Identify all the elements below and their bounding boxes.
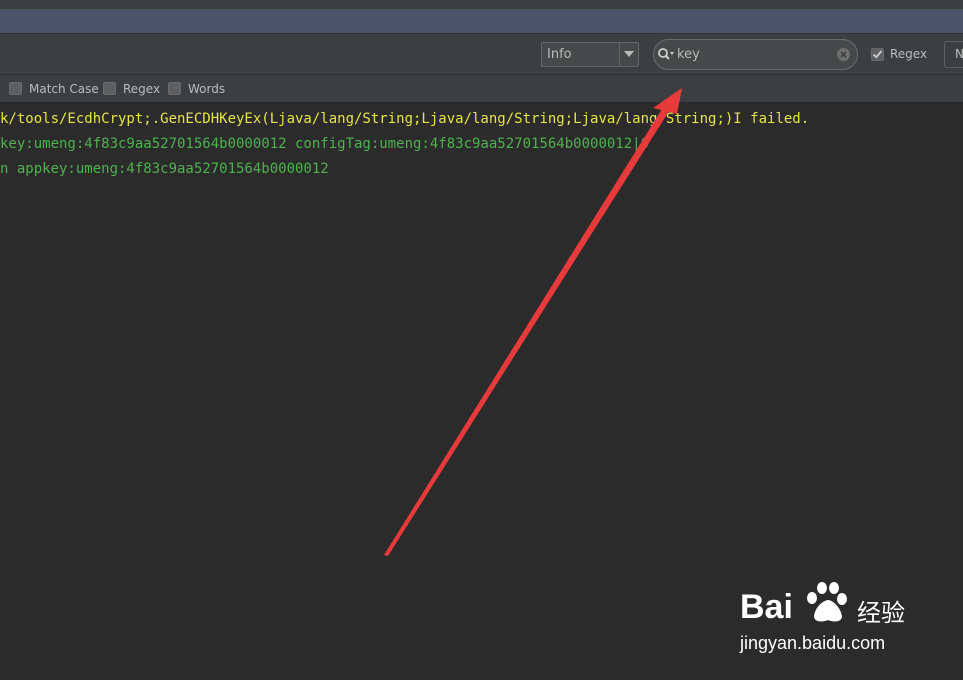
watermark-url: jingyan.baidu.com (740, 633, 886, 653)
paw-logo-icon (807, 582, 847, 622)
baidu-watermark: Bai 经验 jingyan.baidu.com (740, 578, 915, 658)
watermark-brand-left: Bai (740, 588, 793, 626)
watermark-brand-right: 经验 (857, 599, 905, 627)
